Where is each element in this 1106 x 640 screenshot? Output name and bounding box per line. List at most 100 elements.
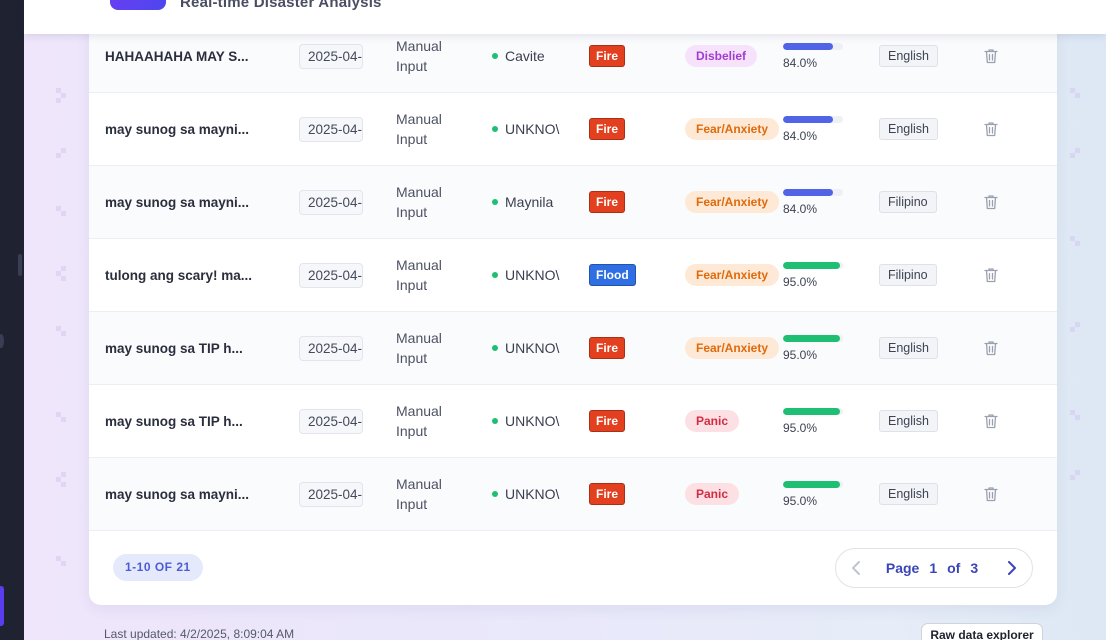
type-cell: Fire [589, 458, 626, 530]
confidence-cell: 95.0% [783, 458, 853, 530]
confidence-bar [783, 188, 843, 196]
source-text: Manual Input [396, 403, 442, 439]
type-cell: Fire [589, 166, 626, 238]
trash-icon[interactable] [984, 121, 998, 137]
app-logo [110, 0, 166, 10]
language-cell: Filipino [879, 239, 937, 311]
source-text: Manual Input [396, 476, 442, 512]
post-text: may sunog sa mayni... [105, 121, 250, 137]
app-subtitle: Real-time Disaster Analysis [180, 0, 382, 11]
confidence-bar [783, 261, 843, 269]
trash-icon[interactable] [984, 267, 998, 283]
trash-icon[interactable] [984, 340, 998, 356]
date-field: 2025-04- [299, 116, 363, 142]
confidence-bar-fill [783, 188, 834, 196]
confidence-value: 95.0% [783, 493, 818, 508]
date-field: 2025-04- [299, 43, 363, 69]
sidebar-active-indicator [0, 586, 4, 626]
prev-page-button[interactable] [836, 549, 876, 587]
disaster-type-badge: Flood [589, 264, 636, 286]
post-text: may sunog sa TIP h... [105, 413, 243, 429]
location-dot-icon [492, 126, 498, 132]
table-row[interactable]: may sunog sa TIP h... 2025-04- Manual Inpu… [89, 312, 1057, 385]
next-page-button[interactable] [992, 549, 1032, 587]
date-cell: 2025-04- [299, 385, 363, 457]
source-text: Manual Input [396, 111, 442, 147]
location-text: UNKNO\ [505, 121, 560, 137]
table-row[interactable]: tulong ang scary! ma... 2025-04- Manual In… [89, 239, 1057, 312]
sentiment-badge: Fear/Anxiety [685, 337, 780, 359]
location-dot-icon [492, 272, 498, 278]
confidence-cell: 84.0% [783, 166, 853, 238]
location-cell: UNKNO\ [492, 312, 562, 384]
table-row[interactable]: may sunog sa mayni... 2025-04- Manual Inpu… [89, 166, 1057, 239]
language-badge: English [879, 410, 938, 432]
source-text: Manual Input [396, 184, 442, 220]
location-text: UNKNO\ [505, 486, 560, 502]
confidence-value: 95.0% [783, 347, 818, 362]
date-cell: 2025-04- [299, 312, 363, 384]
confidence-bar [783, 480, 843, 488]
table-row[interactable]: may sunog sa mayni... 2025-04- Manual Inpu… [89, 458, 1057, 531]
language-badge: English [879, 45, 938, 67]
trash-icon[interactable] [984, 413, 998, 429]
confidence-value: 95.0% [783, 274, 818, 289]
confidence-bar [783, 334, 843, 342]
confidence-bar-fill [783, 42, 834, 50]
disaster-type-badge: Fire [589, 191, 626, 213]
sentiment-badge: Fear/Anxiety [685, 191, 780, 213]
location-text: UNKNO\ [505, 340, 560, 356]
total-pages: 3 [970, 560, 979, 576]
trash-icon[interactable] [984, 486, 998, 502]
sidebar-handle[interactable] [18, 254, 22, 276]
language-cell: English [879, 93, 938, 165]
location-cell: Maynila [492, 166, 562, 238]
location-cell: UNKNO\ [492, 385, 562, 457]
delete-cell [984, 239, 998, 311]
language-cell: English [879, 458, 938, 530]
chevron-right-icon [1008, 561, 1016, 575]
location-text: UNKNO\ [505, 413, 560, 429]
location-text: Cavite [505, 48, 545, 64]
record-range-badge: 1-10 OF 21 [113, 554, 203, 581]
confidence-bar-fill [783, 334, 840, 342]
date-field: 2025-04- [299, 408, 363, 434]
language-cell: Filipino [879, 166, 937, 238]
confidence-bar [783, 407, 843, 415]
of-word: of [947, 560, 961, 576]
date-field: 2025-04- [299, 262, 363, 288]
table-row[interactable]: may sunog sa mayni... 2025-04- Manual Inpu… [89, 93, 1057, 166]
location-dot-icon [492, 491, 498, 497]
delete-cell [984, 458, 998, 530]
date-cell: 2025-04- [299, 166, 363, 238]
trash-icon[interactable] [984, 48, 998, 64]
location-dot-icon [492, 345, 498, 351]
sentiment-badge: Disbelief [685, 45, 758, 67]
raw-data-explorer-button[interactable]: Raw data explorer [921, 623, 1043, 640]
confidence-value: 84.0% [783, 128, 818, 143]
location-dot-icon [492, 53, 498, 59]
table-footer: 1-10 OF 21 Page 1 of 3 [89, 530, 1057, 605]
sentiment-badge: Fear/Anxiety [685, 118, 780, 140]
trash-icon[interactable] [984, 194, 998, 210]
delete-cell [984, 385, 998, 457]
language-cell: English [879, 312, 938, 384]
confidence-cell: 95.0% [783, 312, 853, 384]
location-dot-icon [492, 418, 498, 424]
location-cell: UNKNO\ [492, 239, 562, 311]
sentiment-cell: Panic [685, 458, 740, 530]
confidence-bar-fill [783, 407, 840, 415]
date-field: 2025-04- [299, 481, 363, 507]
table-row[interactable]: may sunog sa TIP h... 2025-04- Manual Inpu… [89, 385, 1057, 458]
sentiment-cell: Panic [685, 385, 740, 457]
top-header: Real-time Disaster Analysis [24, 0, 1106, 34]
location-cell: UNKNO\ [492, 458, 562, 530]
delete-cell [984, 93, 998, 165]
page-indicator: Page 1 of 3 [876, 560, 992, 576]
confidence-bar-fill [783, 115, 834, 123]
confidence-bar-fill [783, 261, 840, 269]
disaster-type-badge: Fire [589, 337, 626, 359]
disaster-type-badge: Fire [589, 118, 626, 140]
confidence-cell: 95.0% [783, 239, 853, 311]
pagination-control: Page 1 of 3 [835, 548, 1033, 588]
